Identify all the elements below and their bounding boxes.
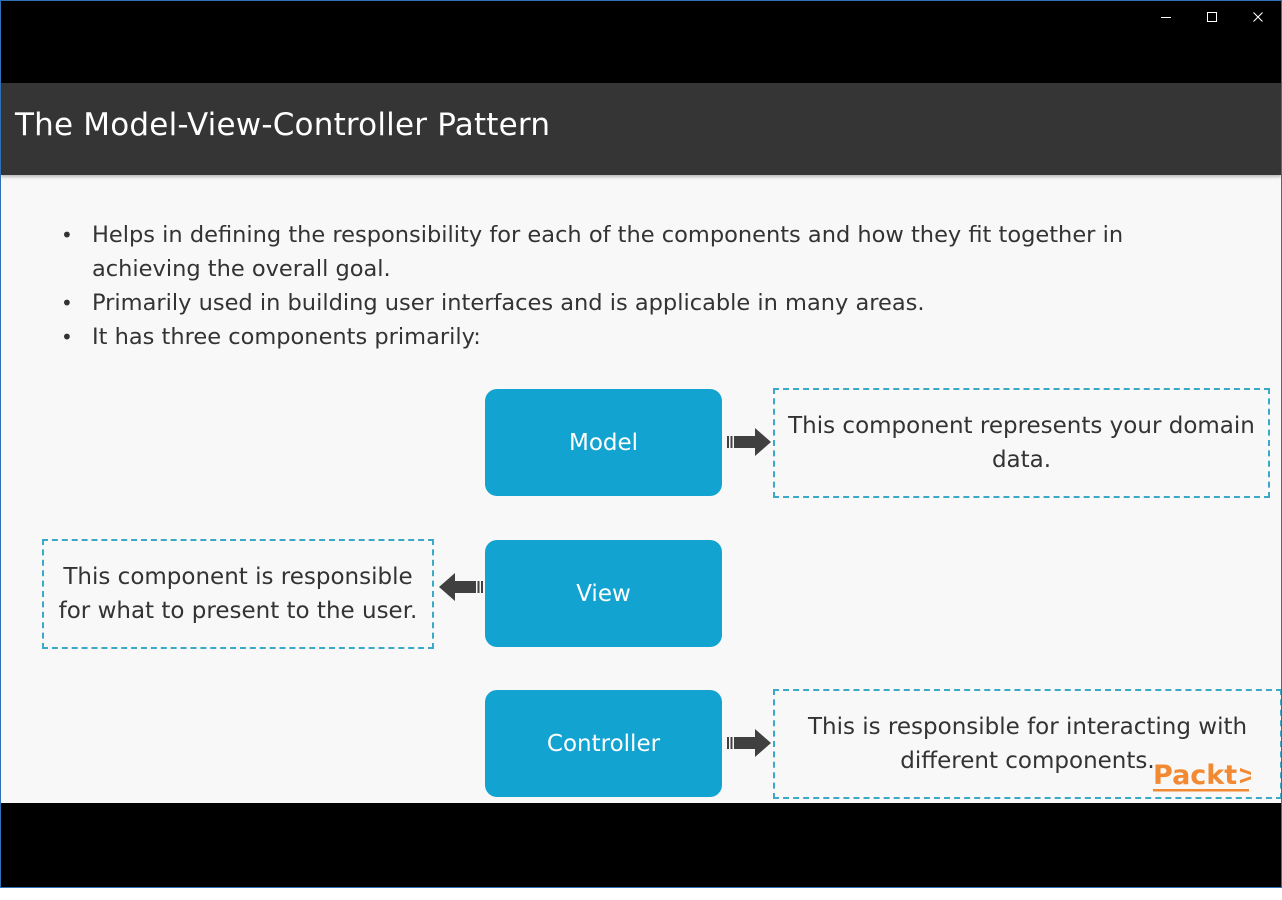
minimize-icon bbox=[1161, 17, 1171, 18]
slide-title-bar: The Model-View-Controller Pattern bbox=[1, 83, 1281, 175]
left-arrow-icon bbox=[439, 573, 483, 601]
view-box: View bbox=[485, 540, 722, 647]
close-icon bbox=[1253, 12, 1263, 22]
slide-canvas: The Model-View-Controller Pattern • Help… bbox=[1, 83, 1281, 803]
view-description-box: This component is responsible for what t… bbox=[42, 539, 434, 649]
app-window: The Model-View-Controller Pattern • Help… bbox=[0, 0, 1282, 888]
right-arrow-icon bbox=[727, 729, 771, 757]
bullet-item: • Helps in defining the responsibility f… bbox=[61, 218, 1191, 286]
slide-title: The Model-View-Controller Pattern bbox=[15, 107, 551, 143]
controller-box: Controller bbox=[485, 690, 722, 797]
right-arrow-icon bbox=[727, 428, 771, 456]
close-button[interactable] bbox=[1235, 1, 1281, 33]
view-description: This component is responsible for what t… bbox=[58, 564, 418, 624]
view-label: View bbox=[576, 580, 631, 607]
bullet-item: • It has three components primarily: bbox=[61, 320, 1191, 354]
bullet-text: Helps in defining the responsibility for… bbox=[92, 222, 1124, 282]
bullet-dot-icon: • bbox=[61, 223, 73, 247]
maximize-icon bbox=[1207, 12, 1217, 22]
model-label: Model bbox=[568, 429, 639, 456]
bullet-dot-icon: • bbox=[61, 325, 73, 349]
bullet-dot-icon: • bbox=[61, 291, 73, 315]
maximize-button[interactable] bbox=[1189, 1, 1235, 33]
bullet-text: It has three components primarily: bbox=[92, 324, 481, 350]
model-description: This component represents your domain da… bbox=[788, 413, 1255, 473]
bullet-item: • Primarily used in building user interf… bbox=[61, 286, 1191, 320]
minimize-button[interactable] bbox=[1143, 1, 1189, 33]
model-box: Model bbox=[485, 389, 722, 496]
packt-logo: Packt> bbox=[1153, 760, 1251, 792]
bullet-list: • Helps in defining the responsibility f… bbox=[61, 218, 1191, 354]
packt-logo-text: Packt> bbox=[1153, 760, 1251, 791]
window-controls bbox=[1143, 1, 1281, 33]
bullet-text: Primarily used in building user interfac… bbox=[92, 290, 925, 316]
controller-label: Controller bbox=[546, 730, 661, 757]
model-description-box: This component represents your domain da… bbox=[773, 388, 1270, 498]
